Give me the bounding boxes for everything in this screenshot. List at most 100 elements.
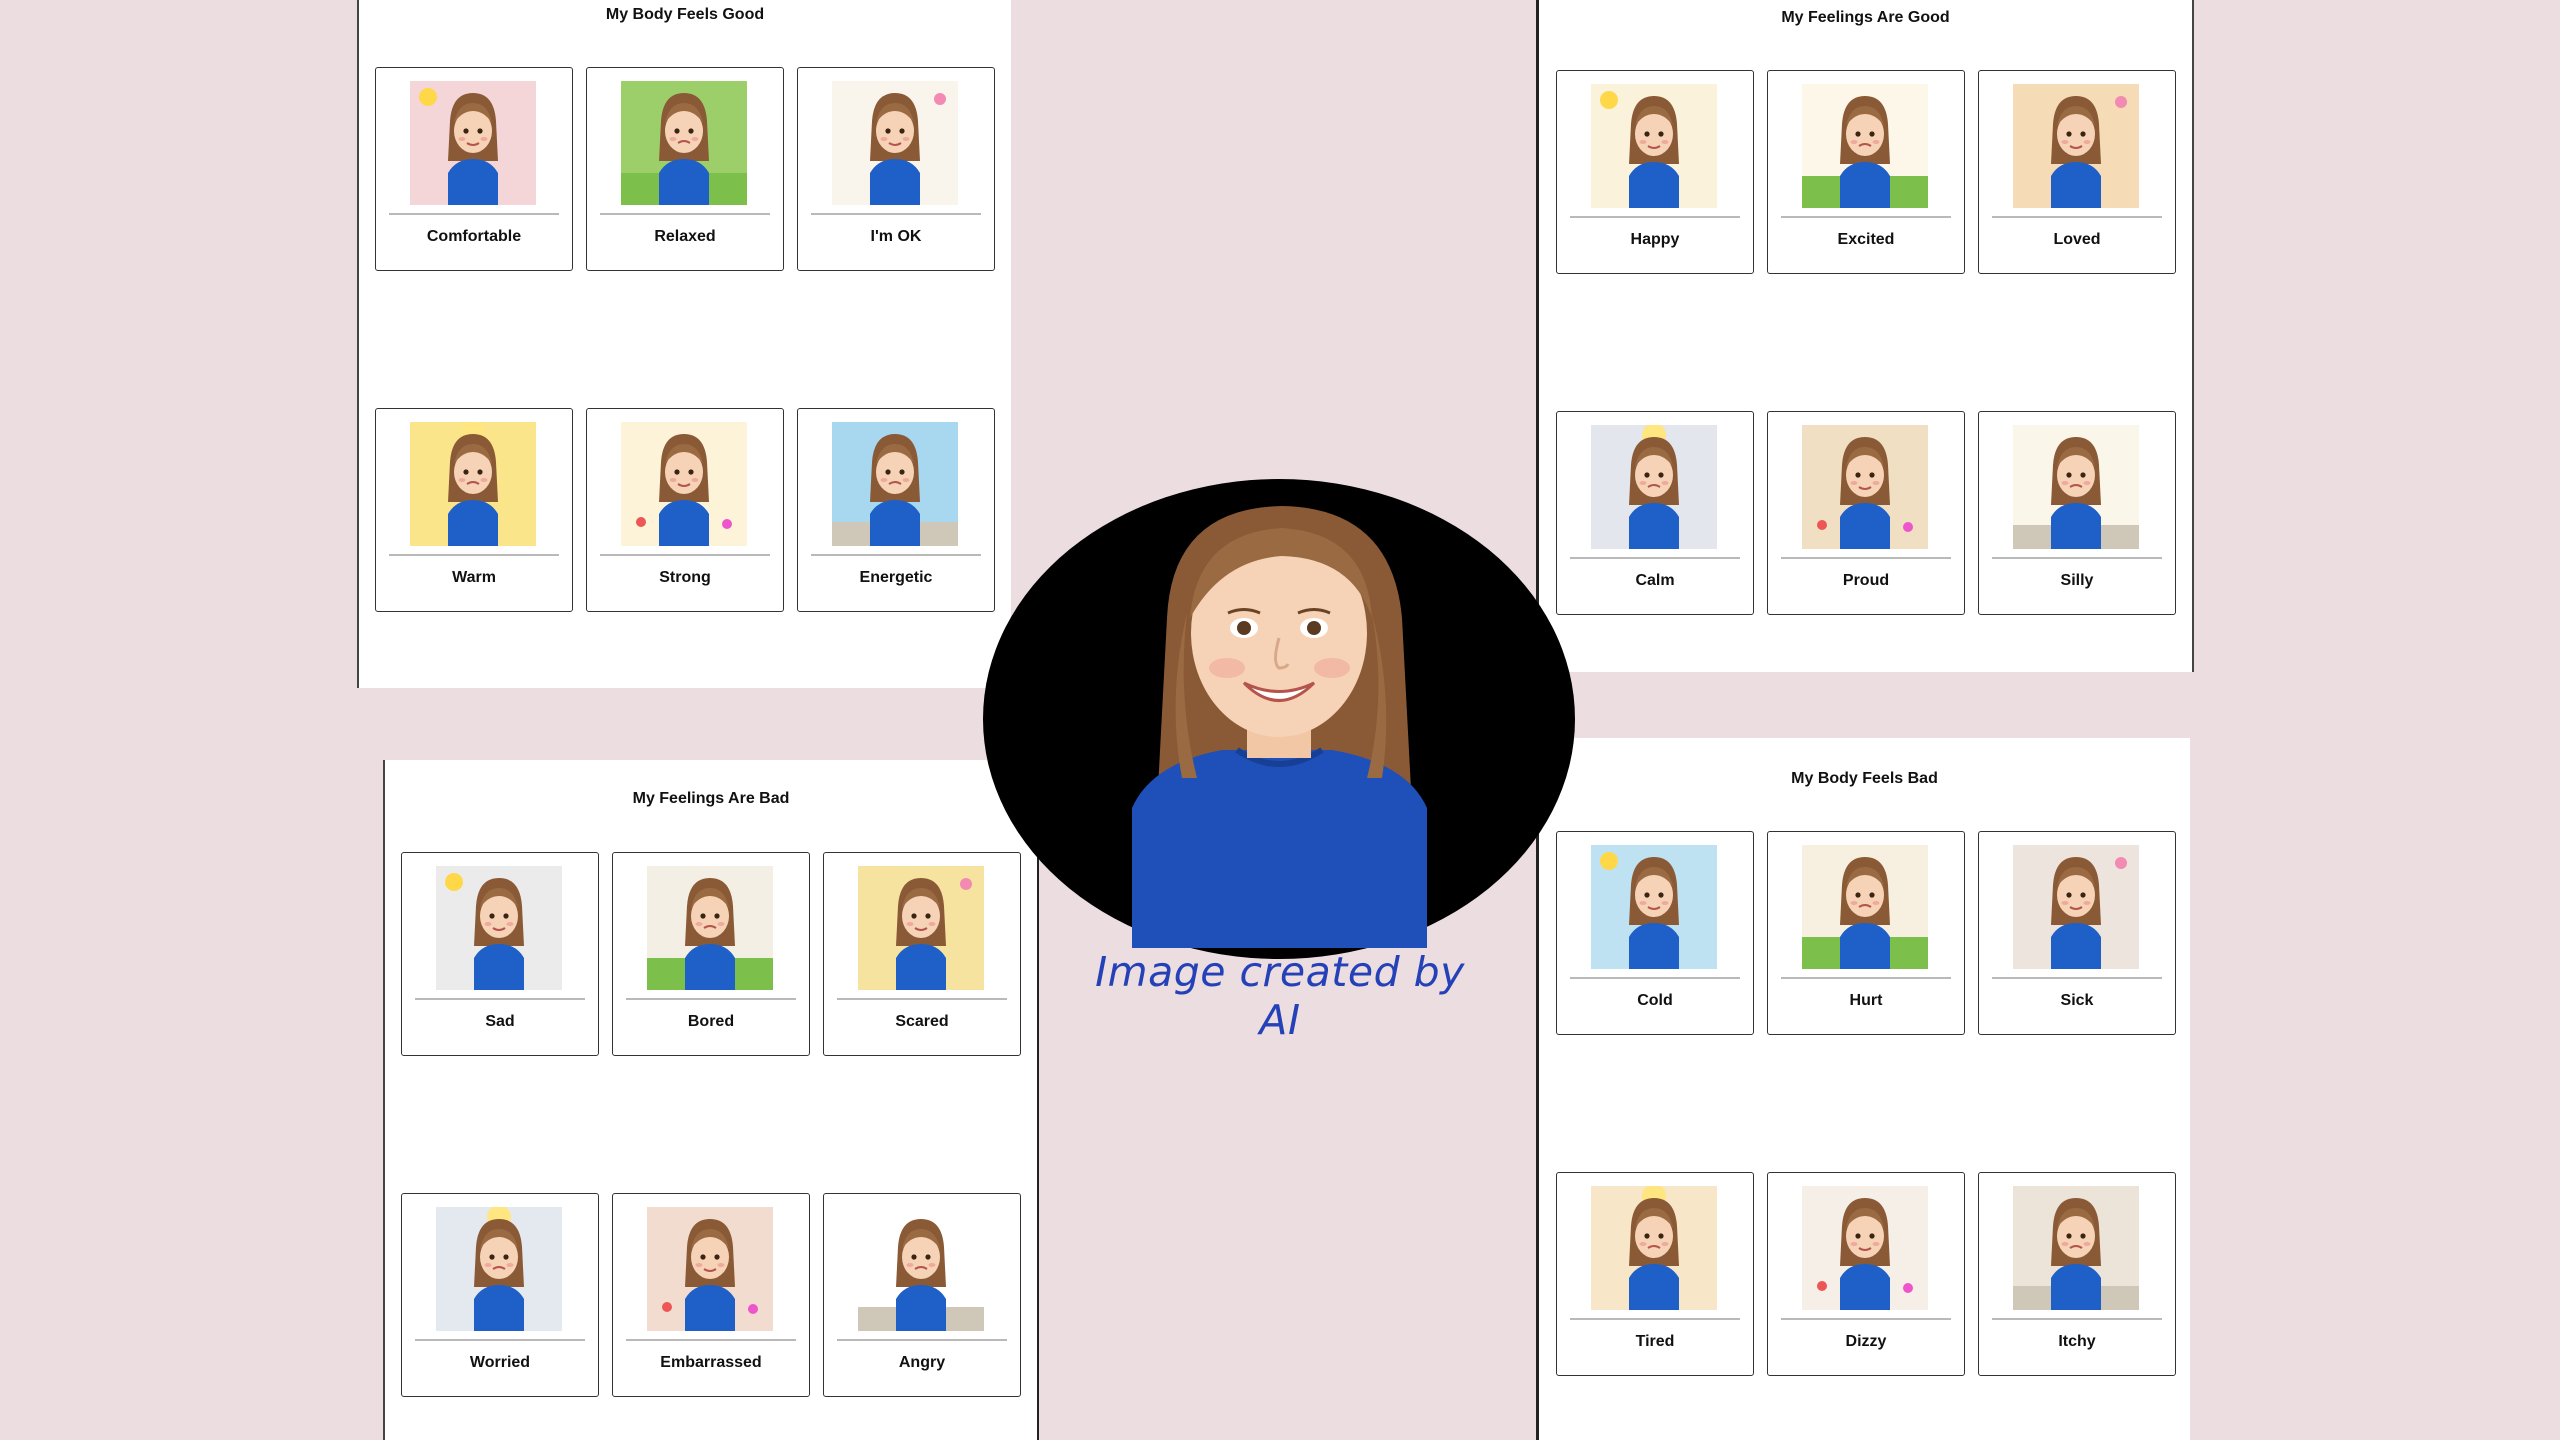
divider xyxy=(415,1339,585,1341)
girl-jumping-icon xyxy=(832,422,958,546)
card-label: Bored xyxy=(687,1013,735,1030)
emotion-card[interactable]: Cold xyxy=(1556,831,1754,1035)
card-label: Embarrassed xyxy=(660,1354,762,1371)
girl-tired-icon xyxy=(1591,1186,1717,1310)
divider xyxy=(837,998,1007,1000)
girl-in-bed-icon xyxy=(410,81,536,205)
girl-in-sunshine-icon xyxy=(410,422,536,546)
divider xyxy=(1992,977,2162,979)
divider xyxy=(600,554,770,556)
card-label: Relaxed xyxy=(654,228,716,245)
emotion-card[interactable]: Relaxed xyxy=(586,67,784,271)
card-label: Sad xyxy=(485,1013,515,1030)
divider xyxy=(389,554,559,556)
emotion-card[interactable]: Proud xyxy=(1767,411,1965,615)
girl-angry-icon xyxy=(858,1207,984,1331)
girl-dizzy-icon xyxy=(1802,1186,1928,1310)
card-label: Worried xyxy=(469,1354,531,1371)
divider xyxy=(1570,216,1740,218)
emotion-card[interactable]: Angry xyxy=(823,1193,1021,1397)
panel-feelings-are-bad: My Feelings Are Bad Sad Bored Scared Wor… xyxy=(383,760,1039,1440)
emotion-card[interactable]: Strong xyxy=(586,408,784,612)
emotion-card[interactable]: Silly xyxy=(1978,411,2176,615)
card-label: Calm xyxy=(1635,572,1675,589)
girl-scared-icon xyxy=(858,866,984,990)
emotion-card[interactable]: Sad xyxy=(401,852,599,1056)
card-label: Happy xyxy=(1630,231,1680,248)
card-label: Excited xyxy=(1837,231,1895,248)
card-label: I'm OK xyxy=(870,228,922,245)
emotion-card[interactable]: Comfortable xyxy=(375,67,573,271)
girl-embarrassed-icon xyxy=(647,1207,773,1331)
emotion-card[interactable]: Excited xyxy=(1767,70,1965,274)
girl-sick-icon xyxy=(2013,845,2139,969)
panel-title: My Body Feels Good xyxy=(605,6,765,23)
girl-proud-icon xyxy=(1802,425,1928,549)
emotion-card[interactable]: Itchy xyxy=(1978,1172,2176,1376)
divider xyxy=(600,213,770,215)
panel-body-feels-good: My Body Feels Good Comfortable Relaxed I… xyxy=(357,0,1011,688)
emotion-card[interactable]: Energetic xyxy=(797,408,995,612)
emotion-card[interactable]: Happy xyxy=(1556,70,1754,274)
card-label: Warm xyxy=(452,569,496,586)
emotion-card[interactable]: I'm OK xyxy=(797,67,995,271)
emotion-card[interactable]: Sick xyxy=(1978,831,2176,1035)
girl-sad-icon xyxy=(436,866,562,990)
divider xyxy=(1781,1318,1951,1320)
card-label: Loved xyxy=(2053,231,2101,248)
girl-worried-icon xyxy=(436,1207,562,1331)
girl-itchy-icon xyxy=(2013,1186,2139,1310)
girl-flexing-icon xyxy=(621,422,747,546)
emotion-card[interactable]: Tired xyxy=(1556,1172,1754,1376)
emotion-card[interactable]: Hurt xyxy=(1767,831,1965,1035)
divider xyxy=(1781,216,1951,218)
girl-happy-icon xyxy=(1591,84,1717,208)
card-label: Energetic xyxy=(859,569,933,586)
girl-silly-icon xyxy=(2013,425,2139,549)
emotion-card[interactable]: Embarrassed xyxy=(612,1193,810,1397)
divider xyxy=(626,1339,796,1341)
divider xyxy=(415,998,585,1000)
divider xyxy=(626,998,796,1000)
emotion-card[interactable]: Bored xyxy=(612,852,810,1056)
divider xyxy=(1992,216,2162,218)
divider xyxy=(1781,977,1951,979)
card-label: Sick xyxy=(2060,992,2094,1009)
smiling-girl-portrait-icon xyxy=(982,478,1576,960)
emotion-card[interactable]: Dizzy xyxy=(1767,1172,1965,1376)
card-label: Strong xyxy=(659,569,711,586)
divider xyxy=(811,554,981,556)
card-label: Comfortable xyxy=(426,228,522,245)
girl-cold-icon xyxy=(1591,845,1717,969)
emotion-card[interactable]: Warm xyxy=(375,408,573,612)
girl-lying-on-grass-icon xyxy=(621,81,747,205)
card-label: Proud xyxy=(1842,572,1890,589)
divider xyxy=(1992,557,2162,559)
card-label: Itchy xyxy=(2058,1333,2096,1350)
girl-bored-icon xyxy=(647,866,773,990)
girl-by-window-icon xyxy=(1591,425,1717,549)
emotion-card[interactable]: Calm xyxy=(1556,411,1754,615)
girl-standing-icon xyxy=(832,81,958,205)
panel-feelings-are-good: My Feelings Are Good Happy Excited Loved… xyxy=(1536,0,2194,672)
divider xyxy=(1992,1318,2162,1320)
panel-body-feels-bad: My Body Feels Bad Cold Hurt Sick Tired D… xyxy=(1536,738,2190,1440)
girl-excited-balloons-icon xyxy=(1802,84,1928,208)
card-label: Silly xyxy=(2060,572,2094,589)
divider xyxy=(811,213,981,215)
ai-caption: Image created by AI xyxy=(1095,948,1465,1044)
card-label: Cold xyxy=(1637,992,1673,1009)
card-label: Dizzy xyxy=(1845,1333,1887,1350)
card-label: Hurt xyxy=(1849,992,1883,1009)
divider xyxy=(1781,557,1951,559)
card-label: Tired xyxy=(1635,1333,1675,1350)
card-label: Scared xyxy=(895,1013,949,1030)
divider xyxy=(837,1339,1007,1341)
divider xyxy=(389,213,559,215)
panel-title: My Feelings Are Good xyxy=(1781,9,1950,26)
girl-hurt-icon xyxy=(1802,845,1928,969)
emotion-card[interactable]: Worried xyxy=(401,1193,599,1397)
panel-title: My Feelings Are Bad xyxy=(632,790,790,807)
emotion-card[interactable]: Loved xyxy=(1978,70,2176,274)
divider xyxy=(1570,1318,1740,1320)
